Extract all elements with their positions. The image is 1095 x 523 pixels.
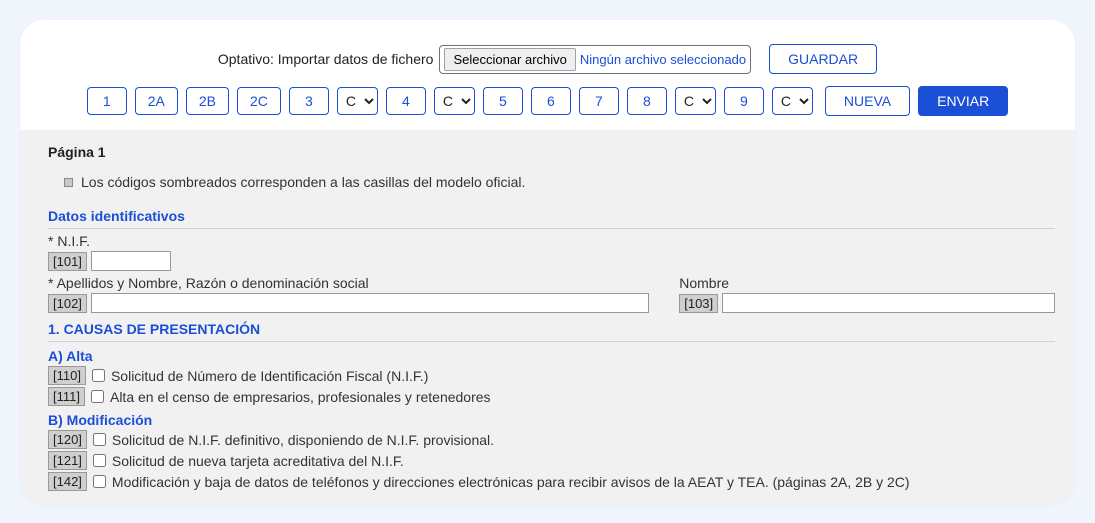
nav-select-c-1[interactable]: C (337, 87, 378, 115)
page-title: Página 1 (48, 144, 1055, 160)
nav-select-c-2[interactable]: C (434, 87, 475, 115)
code-120: [120] (48, 430, 87, 449)
nav-page-3[interactable]: 3 (289, 87, 329, 115)
file-picker[interactable]: Seleccionar archivo Ningún archivo selec… (439, 45, 751, 74)
nav-page-1[interactable]: 1 (87, 87, 127, 115)
checkbox-121[interactable] (93, 454, 106, 467)
nif-label: * N.I.F. (48, 233, 1055, 249)
section-datos-identificativos: Datos identificativos (48, 208, 1055, 229)
checkbox-120[interactable] (93, 433, 106, 446)
checkbox-110[interactable] (92, 369, 105, 382)
page-nav: 1 2A 2B 2C 3 C 4 C 5 6 7 8 C 9 C NUEVA E… (20, 82, 1075, 130)
hint-text: Los códigos sombreados corresponden a la… (81, 174, 525, 190)
nueva-button[interactable]: NUEVA (825, 86, 910, 116)
code-111: [111] (48, 387, 85, 406)
shaded-code-icon (64, 178, 73, 187)
apellidos-label: * Apellidos y Nombre, Razón o denominaci… (48, 275, 649, 291)
file-select-button[interactable]: Seleccionar archivo (444, 48, 575, 71)
import-row: Optativo: Importar datos de fichero Sele… (20, 40, 1075, 82)
save-button[interactable]: GUARDAR (769, 44, 877, 74)
checkbox-142[interactable] (93, 475, 106, 488)
apellidos-input[interactable] (91, 293, 649, 313)
form-body: Página 1 Los códigos sombreados correspo… (20, 130, 1075, 503)
nav-select-c-4[interactable]: C (772, 87, 813, 115)
nav-page-9[interactable]: 9 (724, 87, 764, 115)
nav-page-5[interactable]: 5 (483, 87, 523, 115)
subsection-alta: A) Alta (48, 348, 1055, 364)
nombre-input[interactable] (722, 293, 1055, 313)
nombre-label: Nombre (679, 275, 1055, 291)
label-111: Alta en el censo de empresarios, profesi… (110, 389, 491, 405)
code-121: [121] (48, 451, 87, 470)
file-status-text: Ningún archivo seleccionado (580, 52, 746, 67)
nif-input[interactable] (91, 251, 171, 271)
enviar-button[interactable]: ENVIAR (918, 86, 1008, 116)
label-120: Solicitud de N.I.F. definitivo, disponie… (112, 432, 494, 448)
nav-page-7[interactable]: 7 (579, 87, 619, 115)
code-142: [142] (48, 472, 87, 491)
form-card: Optativo: Importar datos de fichero Sele… (20, 20, 1075, 503)
nav-page-8[interactable]: 8 (627, 87, 667, 115)
checkbox-111[interactable] (91, 390, 104, 403)
nav-page-2c[interactable]: 2C (237, 87, 281, 115)
label-142: Modificación y baja de datos de teléfono… (112, 474, 910, 490)
subsection-modificacion: B) Modificación (48, 412, 1055, 428)
hint-row: Los códigos sombreados corresponden a la… (64, 174, 1055, 190)
code-102: [102] (48, 294, 87, 313)
nav-page-4[interactable]: 4 (386, 87, 426, 115)
code-110: [110] (48, 366, 86, 385)
nav-page-2a[interactable]: 2A (135, 87, 178, 115)
section-causas: 1. CAUSAS DE PRESENTACIÓN (48, 321, 1055, 342)
label-110: Solicitud de Número de Identificación Fi… (111, 368, 428, 384)
nav-page-6[interactable]: 6 (531, 87, 571, 115)
code-103: [103] (679, 294, 718, 313)
code-101: [101] (48, 252, 87, 271)
label-121: Solicitud de nueva tarjeta acreditativa … (112, 453, 404, 469)
import-label: Optativo: Importar datos de fichero (218, 51, 434, 67)
nav-select-c-3[interactable]: C (675, 87, 716, 115)
nav-page-2b[interactable]: 2B (186, 87, 229, 115)
